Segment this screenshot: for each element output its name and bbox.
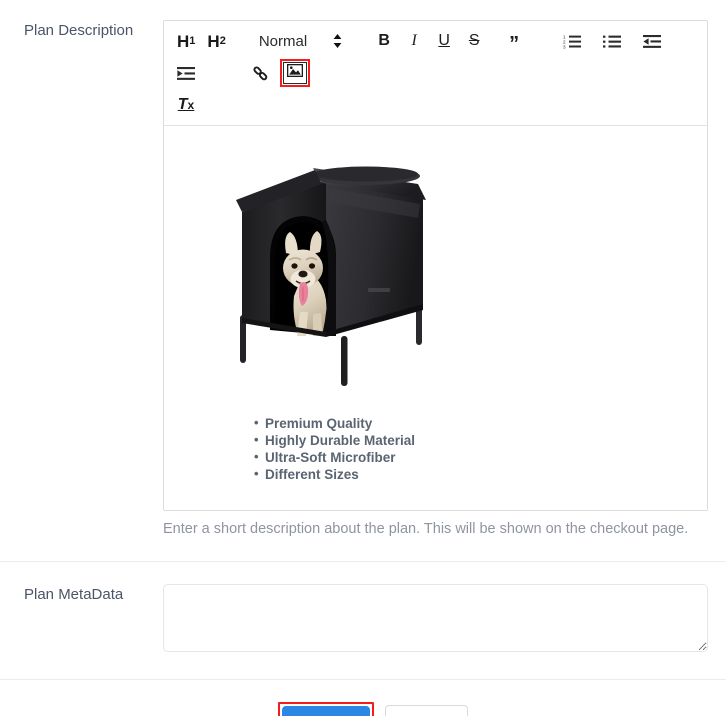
editor-content-area[interactable]: Premium Quality Highly Durable Material … [164,126,707,510]
blockquote-button[interactable]: ” [502,28,526,54]
clear-formatting-sub: x [187,98,195,112]
strikethrough-button[interactable]: S [462,28,486,54]
link-icon [252,65,269,82]
bullet-list-button[interactable] [600,28,624,54]
heading2-sub: 2 [219,34,226,47]
form-actions: Submit Cancel [0,680,726,716]
ordered-list-button[interactable]: 1 2 3 [560,28,584,54]
cancel-button[interactable]: Cancel [385,705,469,716]
rich-text-editor[interactable]: H1 H2 Normal B I U S ” 1 2 3 T x • Premi… [163,20,708,511]
product-image [182,140,689,395]
clear-formatting-button[interactable]: Tx [174,92,198,118]
plan-metadata-field-column [163,584,726,657]
plan-description-help-text: Enter a short description about the plan… [163,521,689,537]
submit-button[interactable]: Submit [281,706,371,716]
bullet-list-icon [603,34,622,49]
list-item: Different Sizes [254,465,689,483]
image-icon [286,63,304,82]
image-button[interactable] [283,62,307,84]
heading2-button[interactable]: H2 [204,28,228,54]
bold-button[interactable]: B [372,28,396,54]
link-button[interactable] [248,60,272,86]
plan-metadata-input[interactable] [163,584,708,652]
heading1-sub: 1 [189,34,196,47]
list-item: Highly Durable Material [254,431,689,449]
feature-bullet-list: Premium Quality Highly Durable Material … [182,414,689,483]
chevron-updown-icon [333,34,342,48]
indent-button[interactable] [174,60,198,86]
outdent-button[interactable] [640,28,664,54]
plan-description-label: Plan Description [24,22,134,39]
plan-description-field-column: H1 H2 Normal B I U S ” 1 2 3 T x • Premi… [163,20,726,539]
indent-icon [177,66,195,81]
heading1-button[interactable]: H1 [174,28,198,54]
outdent-icon [643,34,662,49]
editor-toolbar: H1 H2 Normal B I U S ” 1 2 3 T x [164,21,707,126]
svg-text:3: 3 [563,44,566,49]
format-select-value: Normal [258,32,308,50]
ordered-list-icon: 1 2 3 [563,34,582,49]
italic-button[interactable]: I [402,28,426,54]
plan-metadata-label: Plan MetaData [24,586,124,603]
clear-formatting-label: T [177,96,188,113]
plan-form-page: Plan Description H1 H2 Normal B I U S ” … [0,0,726,716]
heading1-label: H [177,31,190,51]
plan-description-row: Plan Description H1 H2 Normal B I U S ” … [0,0,726,539]
list-item: Ultra-Soft Microfiber [254,448,689,466]
underline-button[interactable]: U [432,28,456,54]
heading2-label: H [207,31,220,51]
submit-button-highlight: Submit [277,702,375,716]
image-button-highlight [280,59,310,87]
format-select[interactable]: Normal [255,28,346,54]
plan-metadata-row: Plan MetaData [0,562,726,679]
list-item: Premium Quality [254,414,689,432]
